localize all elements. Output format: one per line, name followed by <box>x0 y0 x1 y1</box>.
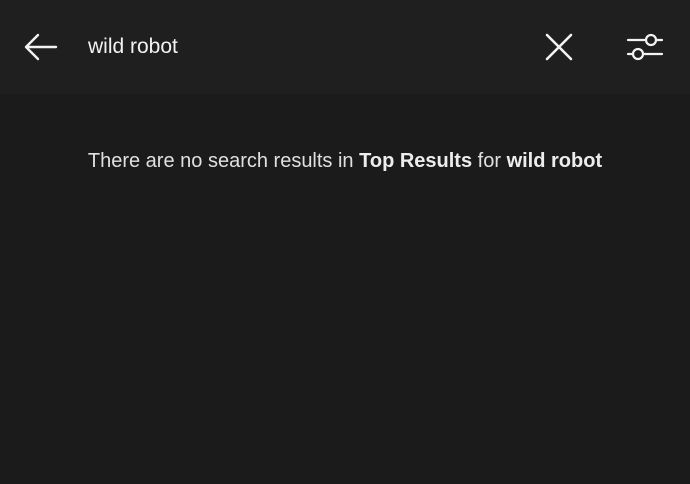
search-header <box>0 0 690 94</box>
back-arrow-icon <box>24 33 58 61</box>
results-tab-name: Top Results <box>359 150 473 172</box>
close-icon <box>545 33 573 61</box>
filter-button[interactable] <box>622 24 668 70</box>
no-results-for: for <box>477 150 501 172</box>
back-button[interactable] <box>18 24 64 70</box>
search-results-screen: There are no search results in Top Resul… <box>0 0 690 484</box>
filter-sliders-icon <box>626 33 664 61</box>
search-query-echo: wild robot <box>506 150 603 172</box>
clear-search-button[interactable] <box>536 24 582 70</box>
search-input[interactable] <box>88 30 508 64</box>
no-results-prefix: There are no search results in <box>87 150 354 172</box>
no-results-message: There are no search results in Top Resul… <box>0 150 690 173</box>
